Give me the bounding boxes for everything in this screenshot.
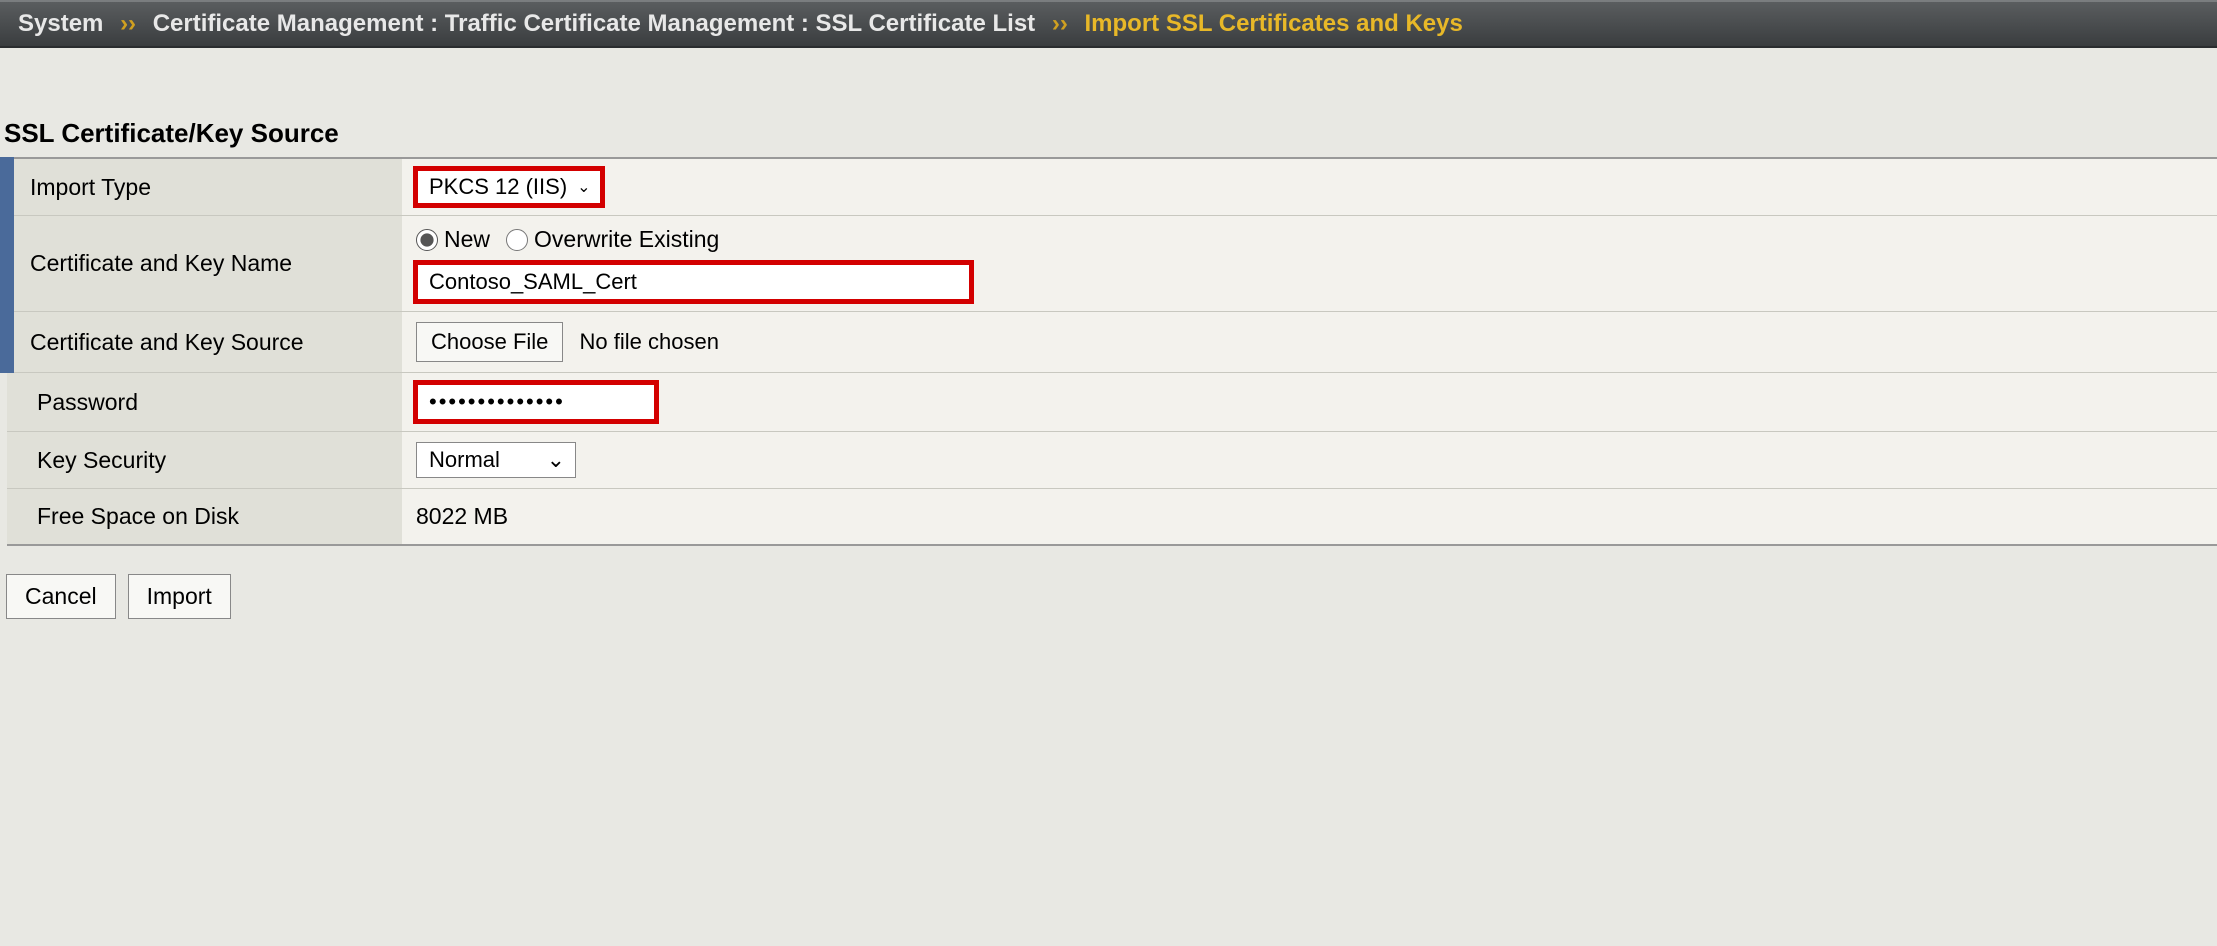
breadcrumb-separator: ›› [120,10,136,37]
label-cert-key-source: Certificate and Key Source [7,312,402,373]
cert-name-mode-radios: New Overwrite Existing [416,226,2203,253]
breadcrumb-separator: ›› [1052,10,1068,37]
key-security-select[interactable]: Normal ⌄ [416,442,576,478]
choose-file-button[interactable]: Choose File [416,322,563,362]
free-space-value: 8022 MB [416,503,508,529]
import-type-select[interactable]: PKCS 12 (IIS) ⌄ [416,169,602,205]
label-key-security: Key Security [7,432,402,489]
row-import-type: Import Type PKCS 12 (IIS) ⌄ [7,158,2217,216]
breadcrumb: System ›› Certificate Management : Traff… [0,0,2217,48]
row-password: Password [7,373,2217,432]
cancel-button[interactable]: Cancel [6,574,116,619]
import-type-value: PKCS 12 (IIS) [429,174,567,200]
row-free-space: Free Space on Disk 8022 MB [7,489,2217,546]
section-title: SSL Certificate/Key Source [0,48,2217,157]
label-free-space: Free Space on Disk [7,489,402,546]
import-button[interactable]: Import [128,574,231,619]
action-buttons: Cancel Import [0,546,2217,647]
row-cert-key-source: Certificate and Key Source Choose File N… [7,312,2217,373]
form-table: Import Type PKCS 12 (IIS) ⌄ Certificate … [0,157,2217,546]
file-chosen-status: No file chosen [580,329,719,354]
chevron-down-icon: ⌄ [577,177,590,197]
radio-new[interactable] [416,229,438,251]
breadcrumb-root[interactable]: System [18,10,103,37]
radio-new-label: New [444,226,490,253]
key-security-value: Normal [429,447,500,473]
row-key-security: Key Security Normal ⌄ [7,432,2217,489]
chevron-down-icon: ⌄ [547,447,565,473]
breadcrumb-path[interactable]: Certificate Management : Traffic Certifi… [153,10,1035,37]
password-input[interactable] [416,383,656,421]
radio-overwrite-label: Overwrite Existing [534,226,719,253]
breadcrumb-current: Import SSL Certificates and Keys [1085,10,1463,37]
label-cert-key-name: Certificate and Key Name [7,216,402,312]
label-import-type: Import Type [7,158,402,216]
radio-overwrite[interactable] [506,229,528,251]
cert-key-name-input[interactable] [416,263,971,301]
label-password: Password [7,373,402,432]
row-cert-key-name: Certificate and Key Name New Overwrite E… [7,216,2217,312]
